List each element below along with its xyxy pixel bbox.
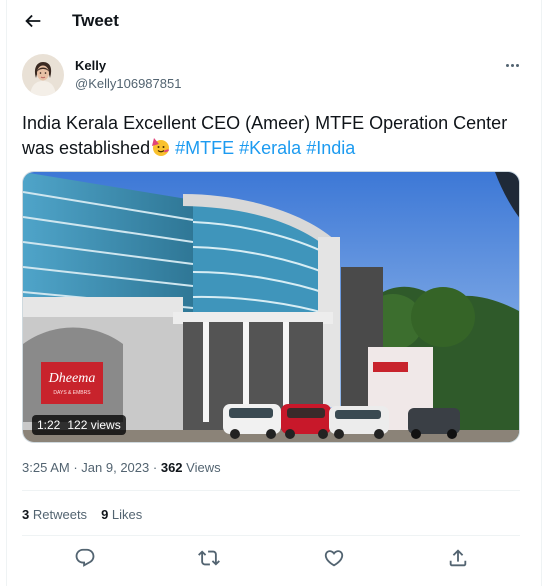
page-title: Tweet — [72, 11, 119, 30]
video-duration-badge: 1:22 122 views — [32, 415, 126, 435]
share-icon — [449, 549, 467, 567]
video-duration: 1:22 — [37, 418, 61, 432]
ellipsis-icon — [505, 63, 509, 67]
tweet-time[interactable]: 3:25 AM — [22, 460, 70, 475]
views-label: Views — [186, 460, 221, 475]
tweet-meta: 3:25 AM · Jan 9, 2023 · 362 Views — [22, 459, 221, 477]
author-name[interactable]: Kelly — [75, 58, 106, 74]
tweet-text: India Kerala Excellent CEO (Ameer) MTFE … — [22, 111, 522, 161]
retweets-stat[interactable]: 3 Retweets — [22, 506, 87, 524]
author-handle[interactable]: @Kelly106987851 — [75, 76, 181, 92]
building-video-thumbnail: Dheema DAYS & EMBRS — [23, 172, 519, 442]
hashtag-kerala[interactable]: #Kerala — [239, 138, 301, 158]
reply-button[interactable] — [74, 547, 96, 569]
hashtag-mtfe[interactable]: #MTFE — [175, 138, 234, 158]
meta-separator: · — [73, 460, 78, 475]
meta-separator-2: · — [152, 460, 158, 475]
retweets-label: Retweets — [32, 507, 88, 522]
likes-label: Likes — [111, 507, 143, 522]
heart-icon — [324, 550, 344, 567]
retweets-count: 3 — [22, 507, 30, 522]
retweet-icon — [198, 550, 220, 566]
storefront-sign-subtext: DAYS & EMBRS — [53, 390, 91, 396]
retweet-button[interactable] — [198, 547, 220, 569]
video-player[interactable]: Dheema DAYS & EMBRS — [22, 171, 520, 443]
reply-icon — [75, 548, 95, 567]
tweet-date[interactable]: Jan 9, 2023 — [81, 460, 149, 475]
divider — [22, 490, 520, 491]
tweet-stats: 3 Retweets 9 Likes — [22, 506, 142, 524]
share-button[interactable] — [447, 547, 469, 569]
storefront-sign-text: Dheema — [48, 371, 96, 386]
divider — [22, 535, 520, 536]
likes-stat[interactable]: 9 Likes — [101, 506, 142, 524]
more-button[interactable] — [502, 58, 522, 72]
back-button[interactable] — [22, 10, 44, 32]
hashtag-india[interactable]: #India — [306, 138, 355, 158]
likes-count: 9 — [101, 507, 109, 522]
header: Tweet — [0, 0, 554, 44]
video-views: 122 views — [67, 418, 121, 432]
views-count: 362 — [160, 460, 183, 475]
party-face-emoji-icon — [152, 138, 170, 156]
like-button[interactable] — [323, 547, 345, 569]
arrow-left-icon — [25, 14, 41, 28]
avatar[interactable] — [22, 54, 64, 96]
tweet-actions — [22, 545, 520, 571]
